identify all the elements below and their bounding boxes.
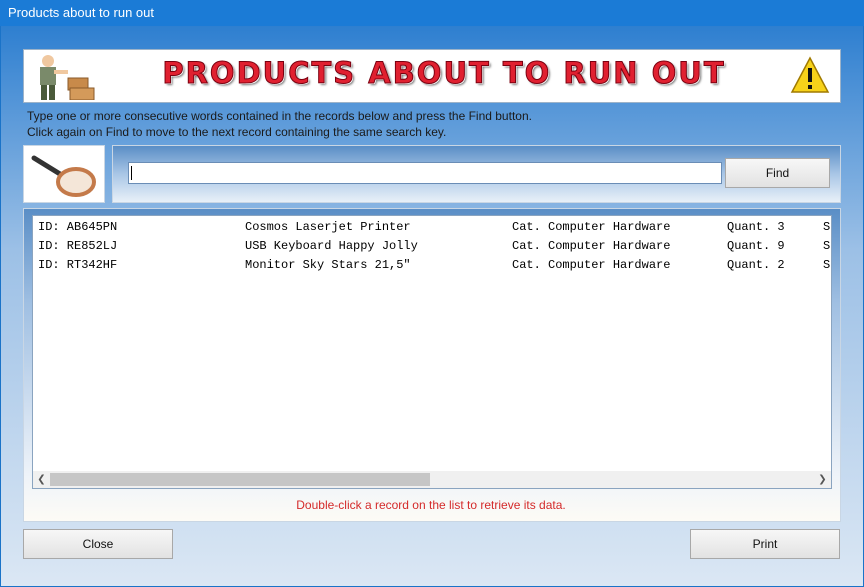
records-list[interactable]: ID: AB645PN Cosmos Laserjet Printer Cat.…	[32, 215, 832, 473]
record-name: Monitor Sky Stars 21,5"	[245, 258, 411, 272]
window-titlebar: Products about to run out	[0, 0, 864, 26]
man-with-boxes-icon	[40, 55, 95, 100]
scrollbar-thumb[interactable]	[50, 473, 430, 486]
record-id: ID: RT342HF	[38, 258, 118, 272]
record-name: Cosmos Laserjet Printer	[245, 220, 411, 234]
record-category: Cat. Computer Hardware	[512, 220, 671, 234]
record-category: Cat. Computer Hardware	[512, 258, 671, 272]
magnifying-glass-icon	[31, 155, 96, 197]
instructions-line-2: Click again on Find to move to the next …	[27, 125, 447, 139]
instructions: Type one or more consecutive words conta…	[27, 108, 532, 140]
banner: PRODUCTS ABOUT TO RUN OUT	[23, 49, 841, 103]
record-extra: S	[823, 239, 831, 253]
search-input[interactable]	[128, 162, 722, 184]
hint-text: Double-click a record on the list to ret…	[296, 498, 566, 512]
text-caret	[131, 166, 132, 180]
record-id: ID: RE852LJ	[38, 239, 118, 253]
scroll-right-icon[interactable]: ❯	[814, 471, 831, 488]
find-button[interactable]: Find	[725, 158, 830, 188]
record-extra: S	[823, 258, 831, 272]
list-item[interactable]: ID: RE852LJ USB Keyboard Happy Jolly Cat…	[33, 237, 831, 256]
horizontal-scrollbar[interactable]: ❮ ❯	[32, 471, 832, 489]
search-image-box	[23, 145, 105, 203]
close-button[interactable]: Close	[23, 529, 173, 559]
banner-title: PRODUCTS ABOUT TO RUN OUT	[162, 56, 726, 91]
record-quantity: Quant. 3	[727, 220, 785, 234]
record-category: Cat. Computer Hardware	[512, 239, 671, 253]
window-title: Products about to run out	[8, 5, 154, 20]
list-item[interactable]: ID: AB645PN Cosmos Laserjet Printer Cat.…	[33, 218, 831, 237]
warning-icon	[790, 56, 830, 93]
record-extra: S	[823, 220, 831, 234]
print-button[interactable]: Print	[690, 529, 840, 559]
list-item[interactable]: ID: RT342HF Monitor Sky Stars 21,5" Cat.…	[33, 256, 831, 275]
record-id: ID: AB645PN	[38, 220, 118, 234]
scroll-left-icon[interactable]: ❮	[33, 471, 50, 488]
record-name: USB Keyboard Happy Jolly	[245, 239, 418, 253]
instructions-line-1: Type one or more consecutive words conta…	[27, 109, 532, 123]
record-quantity: Quant. 2	[727, 258, 785, 272]
record-quantity: Quant. 9	[727, 239, 785, 253]
